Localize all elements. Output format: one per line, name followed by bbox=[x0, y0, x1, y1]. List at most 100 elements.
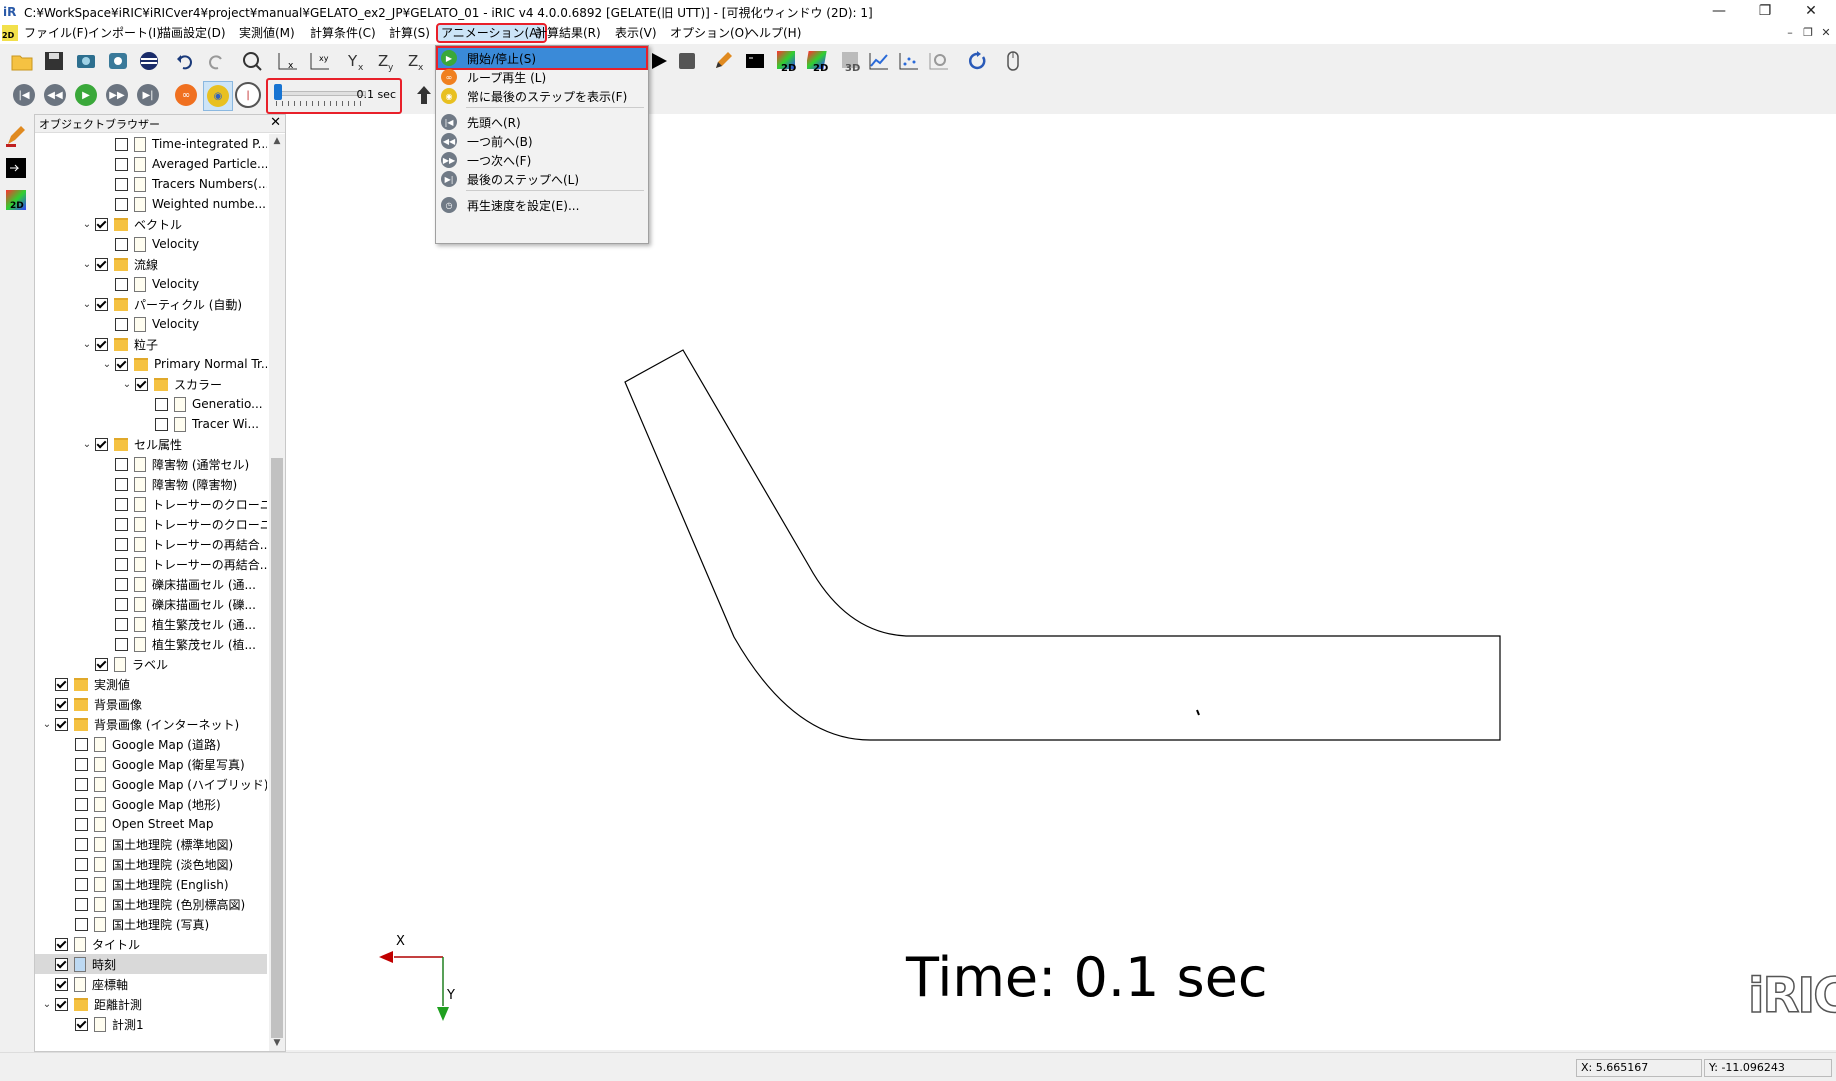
tree-checkbox[interactable] bbox=[95, 297, 108, 311]
expand-chevron-icon[interactable]: ⌄ bbox=[119, 379, 135, 390]
graph-zoom-icon[interactable] bbox=[925, 47, 953, 75]
restore-button[interactable]: ❐ bbox=[1742, 0, 1788, 22]
play-icon[interactable]: ▶ bbox=[72, 81, 100, 109]
menu-help[interactable]: ヘルプ(H) bbox=[744, 25, 804, 41]
menu-file[interactable]: ファイル(F) bbox=[21, 25, 91, 41]
tree-row[interactable]: 国土地理院 (淡色地図) bbox=[35, 854, 267, 874]
tree-checkbox[interactable] bbox=[75, 777, 88, 791]
tree-checkbox[interactable] bbox=[75, 837, 88, 851]
tree-checkbox[interactable] bbox=[115, 557, 128, 571]
menu-measured[interactable]: 実測値(M) bbox=[236, 25, 298, 41]
tree-checkbox[interactable] bbox=[115, 497, 128, 511]
tree-checkbox[interactable] bbox=[115, 197, 128, 211]
tree-checkbox[interactable] bbox=[115, 137, 128, 151]
tree-checkbox[interactable] bbox=[55, 937, 68, 951]
tree-row[interactable]: Google Map (ハイブリッド) bbox=[35, 774, 267, 794]
tree-row[interactable]: ⌄ 距離計測 bbox=[35, 994, 267, 1014]
tree-checkbox[interactable] bbox=[75, 877, 88, 891]
run-icon[interactable] bbox=[645, 47, 673, 75]
tree-row[interactable]: Google Map (地形) bbox=[35, 794, 267, 814]
tree-row[interactable]: ⌄ スカラー bbox=[35, 374, 267, 394]
tree-checkbox[interactable] bbox=[75, 917, 88, 931]
tree-row[interactable]: 国土地理院 (English) bbox=[35, 874, 267, 894]
menu-animation[interactable]: アニメーション(A) bbox=[435, 23, 548, 43]
edit-tool-icon[interactable] bbox=[2, 122, 30, 150]
tree-row[interactable]: 障害物 (通常セル) bbox=[35, 454, 267, 474]
tree-checkbox[interactable] bbox=[55, 677, 68, 691]
tree-checkbox[interactable] bbox=[155, 417, 168, 431]
prev-step-icon[interactable]: ◀◀ bbox=[41, 81, 69, 109]
mdi-restore-icon[interactable]: ❐ bbox=[1800, 25, 1816, 41]
slider-track[interactable] bbox=[276, 91, 366, 96]
view-2d-icon[interactable]: 2D bbox=[773, 47, 801, 75]
tree-row[interactable]: Weighted numbe... bbox=[35, 194, 267, 214]
tree-checkbox[interactable] bbox=[115, 317, 128, 331]
tree-checkbox[interactable] bbox=[95, 257, 108, 271]
stop-icon[interactable] bbox=[673, 47, 701, 75]
tree-row[interactable]: Velocity bbox=[35, 274, 267, 294]
tree-row[interactable]: 国土地理院 (色別標高図) bbox=[35, 894, 267, 914]
tree-checkbox[interactable] bbox=[135, 377, 148, 391]
tree-row[interactable]: トレーサーの再結合... bbox=[35, 534, 267, 554]
tree-row[interactable]: 国土地理院 (標準地図) bbox=[35, 834, 267, 854]
tree-checkbox[interactable] bbox=[95, 657, 108, 671]
tree-row[interactable]: Time-integrated P... bbox=[35, 134, 267, 154]
tree-row[interactable]: 背景画像 bbox=[35, 694, 267, 714]
tree-checkbox[interactable] bbox=[115, 477, 128, 491]
refresh-icon[interactable] bbox=[963, 47, 991, 75]
tree-row[interactable]: Velocity bbox=[35, 314, 267, 334]
tree-checkbox[interactable] bbox=[75, 817, 88, 831]
tree-row[interactable]: 植生繁茂セル (植... bbox=[35, 634, 267, 654]
view-yx-icon[interactable]: Yx bbox=[344, 47, 372, 75]
tree-checkbox[interactable] bbox=[55, 997, 68, 1011]
menu-item-next[interactable]: ▶▶ 一つ次へ(F) bbox=[438, 150, 646, 170]
time-slider[interactable]: 0.1 sec bbox=[266, 78, 402, 114]
redo-icon[interactable] bbox=[202, 47, 230, 75]
menu-calc-conditions[interactable]: 計算条件(C) bbox=[307, 25, 379, 41]
undo-icon[interactable] bbox=[171, 47, 199, 75]
mouse-icon[interactable] bbox=[999, 47, 1027, 75]
mdi-close-icon[interactable]: ✕ bbox=[1818, 25, 1834, 41]
tree-row[interactable]: 実測値 bbox=[35, 674, 267, 694]
tree-checkbox[interactable] bbox=[75, 857, 88, 871]
tree-row[interactable]: ラベル bbox=[35, 654, 267, 674]
menu-results[interactable]: 計算結果(R) bbox=[532, 25, 604, 41]
loop-icon[interactable]: ∞ bbox=[172, 81, 200, 109]
menu-item-prev[interactable]: ◀◀ 一つ前へ(B) bbox=[438, 131, 646, 151]
slider-thumb[interactable] bbox=[274, 84, 282, 100]
scroll-up-icon[interactable]: ▲ bbox=[269, 136, 285, 146]
tree-row[interactable]: 障害物 (障害物) bbox=[35, 474, 267, 494]
tree-checkbox[interactable] bbox=[55, 977, 68, 991]
menu-item-speed[interactable]: ◷ 再生速度を設定(E)... bbox=[438, 195, 646, 215]
menu-import[interactable]: インポート(I) bbox=[85, 25, 164, 41]
tree-row[interactable]: ⌄ 背景画像 (インターネット) bbox=[35, 714, 267, 734]
menu-draw-settings[interactable]: 描画設定(D) bbox=[156, 25, 229, 41]
tree-checkbox[interactable] bbox=[115, 617, 128, 631]
scrollbar-thumb[interactable] bbox=[271, 458, 283, 1038]
tree-checkbox[interactable] bbox=[55, 697, 68, 711]
tree-checkbox[interactable] bbox=[95, 337, 108, 351]
tree-row[interactable]: 計測1 bbox=[35, 1014, 267, 1034]
terminal-tool-icon[interactable] bbox=[2, 154, 30, 182]
tree-row[interactable]: ⌄ 流線 bbox=[35, 254, 267, 274]
open-folder-icon[interactable] bbox=[8, 47, 36, 75]
tree-checkbox[interactable] bbox=[115, 157, 128, 171]
view-3d-icon[interactable]: 3D bbox=[837, 47, 865, 75]
menu-options[interactable]: オプション(O) bbox=[667, 25, 752, 41]
minimize-button[interactable]: — bbox=[1696, 0, 1742, 22]
tree-row[interactable]: タイトル bbox=[35, 934, 267, 954]
expand-chevron-icon[interactable]: ⌄ bbox=[39, 719, 55, 730]
speed-clock-icon[interactable]: | bbox=[234, 81, 262, 109]
object-tree-scrollbar[interactable]: ▲ ▼ bbox=[269, 134, 285, 1051]
view-2d-bird-icon[interactable]: 2D bbox=[805, 47, 833, 75]
menu-item-first[interactable]: |◀ 先頭へ(R) bbox=[438, 112, 646, 132]
tree-row[interactable]: 時刻 bbox=[35, 954, 267, 974]
tree-checkbox[interactable] bbox=[115, 277, 128, 291]
contour-tool-icon[interactable]: 2D bbox=[2, 186, 30, 214]
tree-row[interactable]: トレーサーのクローニ... bbox=[35, 494, 267, 514]
pencil-icon[interactable] bbox=[709, 47, 737, 75]
tree-checkbox[interactable] bbox=[55, 717, 68, 731]
tree-row[interactable]: トレーサーの再結合... bbox=[35, 554, 267, 574]
tree-checkbox[interactable] bbox=[115, 237, 128, 251]
follow-last-icon[interactable]: ◉ bbox=[203, 81, 233, 111]
